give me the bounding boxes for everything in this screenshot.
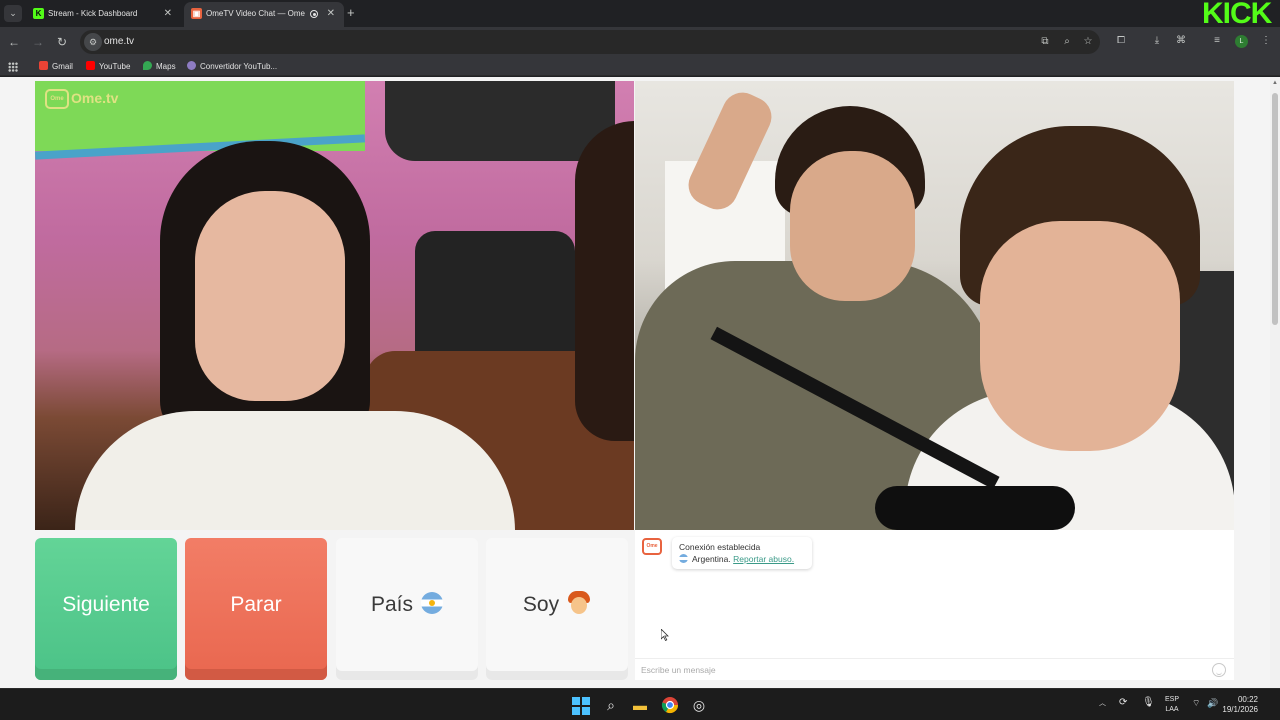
obs-icon[interactable]: ◎ [690, 696, 708, 714]
tab-strip: ⌄ K Stream - Kick Dashboard ✕ ▣ OmeTV Vi… [0, 0, 1280, 27]
chrome-icon[interactable] [661, 696, 679, 714]
url-text[interactable]: ome.tv [104, 30, 134, 54]
profile-avatar[interactable]: L [1235, 35, 1248, 48]
bookmark-youtube[interactable]: YouTube [86, 57, 130, 76]
media-queue-icon[interactable]: ≡ [1210, 35, 1224, 47]
zoom-icon[interactable]: ⌕ [1060, 36, 1074, 48]
system-message: Conexión establecida Argentina. Reportar… [672, 537, 812, 569]
tab-title: OmeTV Video Chat — Ome [206, 9, 305, 18]
sync-icon[interactable]: ⟳ [1119, 698, 1127, 708]
close-tab-icon[interactable]: ✕ [327, 2, 335, 25]
scroll-up-icon[interactable]: ▲ [1272, 80, 1278, 86]
new-tab-button[interactable]: + [347, 5, 355, 21]
bookmark-star-icon[interactable]: ☆ [1081, 36, 1095, 48]
wifi-icon[interactable]: ⌔ [1192, 698, 1200, 708]
bookmark-converter[interactable]: Convertidor YouTub... [187, 57, 277, 76]
date: 19/1/2026 [1222, 705, 1258, 714]
ometv-page: Ome Ome.tv Siguiente Parar País Soy Ome C… [0, 77, 1280, 688]
second-person [575, 121, 634, 441]
bookmark-label: YouTube [99, 62, 131, 71]
microphone-icon[interactable]: 🎙 [1142, 698, 1155, 708]
youtube-icon [86, 61, 95, 70]
chat-input-bar [635, 658, 1234, 680]
extensions-icon[interactable]: ⧠ [1114, 35, 1128, 47]
tab-title: Stream - Kick Dashboard [48, 9, 138, 18]
apps-grid-icon[interactable] [8, 62, 18, 72]
windows-taskbar: ⌕ ▬ ◎ ︿ ⟳ 🎙 ESP LAA ⌔ 🔊 00:22 19/1/2026 [0, 688, 1280, 720]
country-name: Argentina. [692, 554, 731, 564]
browser-toolbar: ← → ↻ ⚙ ome.tv ⧉ ⌕ ☆ ⧠ ⤓ ⌘ ≡ L ⋮ [0, 27, 1280, 57]
gmail-icon [39, 61, 48, 70]
tab-kick-dashboard[interactable]: K Stream - Kick Dashboard ✕ [26, 2, 181, 27]
tab-search-button[interactable]: ⌄ [4, 5, 22, 22]
mouse-cursor-icon [661, 629, 669, 641]
download-icon[interactable]: ⤓ [1150, 35, 1164, 47]
back-arrow-icon[interactable]: ← [6, 34, 22, 50]
stranger-video: Ome Ome.tv [35, 81, 634, 530]
boy-emoji-icon [567, 591, 591, 615]
site-info-icon[interactable]: ⚙ [84, 33, 102, 51]
self-video [635, 81, 1234, 530]
bookmark-label: Convertidor YouTub... [200, 62, 278, 71]
file-explorer-icon[interactable]: ▬ [631, 696, 649, 714]
kick-overlay-logo: KICK [1202, 0, 1272, 27]
person-face [195, 191, 345, 401]
emoji-icon[interactable] [1212, 663, 1226, 677]
argentina-flag-icon [421, 592, 444, 614]
close-tab-icon[interactable]: ✕ [164, 2, 172, 25]
recording-icon [310, 10, 318, 18]
bookmark-gmail[interactable]: Gmail [39, 57, 73, 76]
ometv-icon: ▣ [191, 8, 202, 19]
time: 00:22 [1237, 695, 1258, 704]
kick-icon: K [33, 8, 44, 19]
next-button[interactable]: Siguiente [35, 538, 177, 680]
ometv-watermark: Ome Ome.tv [45, 87, 118, 110]
bookmark-label: Gmail [52, 62, 73, 71]
maps-icon [143, 61, 152, 70]
install-app-icon[interactable]: ⧉ [1038, 36, 1052, 48]
chat-message-input[interactable] [641, 662, 1201, 678]
windows-start-icon[interactable] [572, 697, 590, 715]
country-label: País [370, 593, 414, 616]
translate-icon[interactable]: ⌘ [1174, 35, 1188, 47]
gender-label: Soy [522, 593, 560, 616]
clock[interactable]: 00:22 19/1/2026 [1222, 695, 1258, 715]
white-shirt [75, 411, 515, 530]
tray-overflow-icon[interactable]: ︿ [1099, 699, 1106, 709]
country-line: Argentina. Reportar abuso. [679, 553, 805, 565]
reload-icon[interactable]: ↻ [54, 34, 70, 50]
scrollbar-thumb[interactable] [1272, 93, 1278, 325]
search-icon[interactable]: ⌕ [602, 696, 620, 714]
right-person-face [980, 221, 1180, 451]
tab-ometv[interactable]: ▣ OmeTV Video Chat — Ome ✕ [184, 2, 344, 27]
volume-icon[interactable]: 🔊 [1207, 698, 1218, 708]
forward-arrow-icon[interactable]: → [30, 34, 46, 50]
gender-button[interactable]: Soy [486, 538, 628, 680]
bookmark-maps[interactable]: Maps [143, 57, 176, 76]
microphone [875, 486, 1075, 530]
ometv-logo-icon: Ome [45, 89, 69, 110]
argentina-flag-icon [679, 554, 688, 563]
page-scrollbar[interactable]: ▲ [1270, 77, 1280, 688]
report-abuse-link[interactable]: Reportar abuso. [733, 554, 794, 564]
stop-button[interactable]: Parar [185, 538, 327, 680]
bookmark-label: Maps [156, 62, 176, 71]
menu-kebab-icon[interactable]: ⋮ [1259, 35, 1273, 47]
hanging-bag [385, 81, 615, 161]
bookmarks-bar: Gmail YouTube Maps Convertidor YouTub... [0, 57, 1280, 76]
language-indicator[interactable]: ESP LAA [1162, 695, 1182, 715]
connection-status: Conexión establecida [679, 542, 761, 552]
ometv-system-icon: Ome [642, 538, 662, 555]
black-backpack [415, 231, 575, 371]
converter-icon [187, 61, 196, 70]
left-person-face [790, 151, 915, 301]
country-button[interactable]: País [336, 538, 478, 680]
address-bar[interactable]: ⚙ ome.tv ⧉ ⌕ ☆ [80, 30, 1100, 54]
